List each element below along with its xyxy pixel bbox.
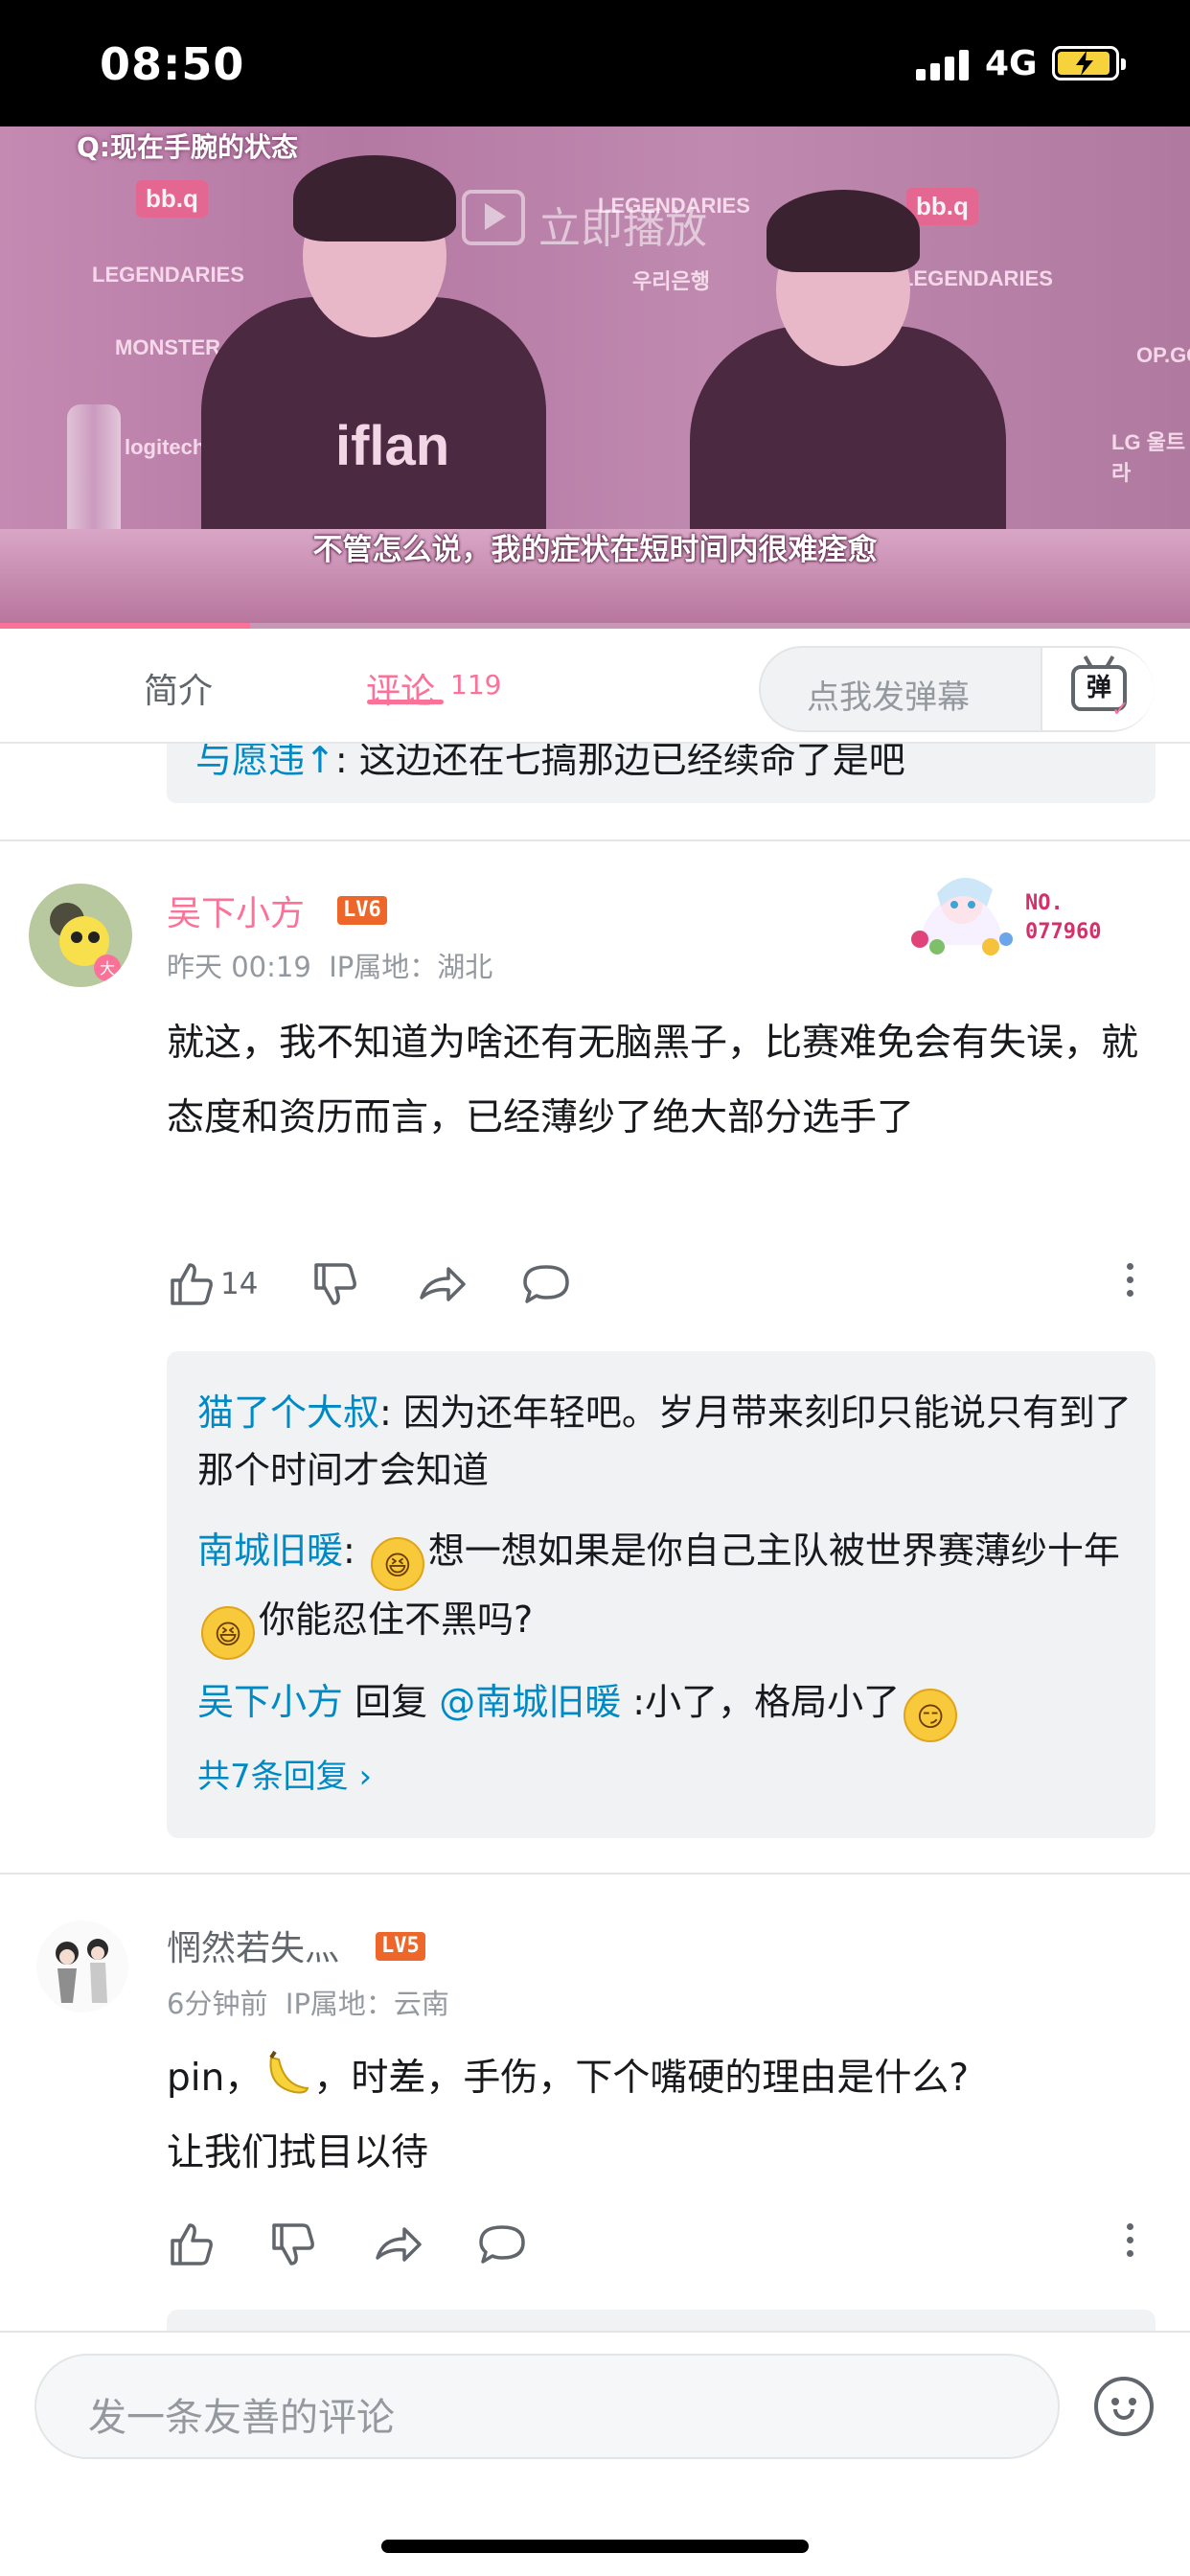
signal-icon [916, 50, 970, 80]
sponsor-logo: LG 울트라 [1111, 430, 1186, 485]
bottom-comment-bar: 发一条友善的评论 [0, 2331, 1190, 2576]
home-indicator[interactable] [381, 2540, 809, 2553]
reply-username[interactable]: 猫了个大叔 [197, 1392, 379, 1434]
reply-bubble-icon[interactable] [521, 1259, 571, 1309]
comment-time: 6分钟前 [167, 1988, 268, 2020]
comment-time: 昨天 00:19 [167, 951, 311, 983]
network-type: 4G [985, 44, 1038, 83]
comment-username[interactable]: 惘然若失灬 [167, 1920, 339, 1970]
svg-text:大: 大 [100, 959, 115, 978]
reply-username[interactable]: 南城旧暖 [197, 1530, 343, 1572]
battery-charging-icon [1052, 46, 1126, 80]
reply-box-partial[interactable]: 与愿违↑: 这边还在七搞那边已经续命了是吧 [167, 744, 1156, 803]
more-options-icon[interactable] [1127, 2223, 1136, 2264]
sponsor-logo: LEGENDARIES [901, 266, 1053, 290]
laughing-emoji-icon: 😆 [370, 1537, 424, 1591]
more-replies-link[interactable]: 共7条回复 › [197, 1750, 372, 1797]
thumbs-down-icon[interactable] [268, 2220, 318, 2269]
reply-box-partial[interactable] [167, 2310, 1156, 2331]
reply-mention[interactable]: @南城旧暖 [439, 1681, 621, 1723]
comment-meta: 昨天 00:19 IP属地：湖北 [167, 945, 492, 985]
tab-active-indicator [367, 700, 444, 704]
sponsor-logo: bb.q [136, 180, 208, 218]
comment-meta: 6分钟前 IP属地：云南 [167, 1982, 449, 2022]
reply-text: :小了，格局小了 [621, 1681, 901, 1723]
reply-box[interactable]: 猫了个大叔: 因为还年轻吧。岁月带来刻印只能说只有到了那个时间才会知道 南城旧暖… [167, 1351, 1156, 1838]
comment-actions [167, 2220, 1163, 2273]
reply-line: 猫了个大叔: 因为还年轻吧。岁月带来刻印只能说只有到了那个时间才会知道 [197, 1384, 1136, 1499]
jersey-logo: iflan [335, 415, 450, 477]
comment-text: 就这，我不知道为啥还有无脑黑子，比赛难免会有失误，就态度和资历而言，已经薄纱了绝… [167, 1022, 1139, 1139]
laughing-emoji-icon: 😆 [201, 1606, 255, 1660]
reply-text: : 这边还在七搞那边已经续命了是吧 [334, 744, 905, 781]
banana-icon [262, 2048, 313, 2100]
share-icon[interactable] [418, 1259, 468, 1309]
sponsor-logo: 우리은행 [632, 269, 710, 293]
more-options-icon[interactable] [1127, 1263, 1136, 1303]
comments-count: 119 [450, 669, 502, 701]
emoji-icon[interactable] [1094, 2377, 1154, 2436]
fan-number: NO. 077960 [1025, 891, 1102, 944]
divider [0, 1873, 1190, 1874]
player-right-hair [767, 190, 920, 272]
like-count: 14 [220, 1267, 259, 1301]
smirk-emoji-icon: 😏 [904, 1689, 958, 1742]
player-left-hair [293, 155, 456, 242]
check-icon: ✓ [1111, 698, 1130, 722]
video-player[interactable]: bb.q LEGENDARIES MONSTER logitech LEGEND… [0, 126, 1190, 629]
sponsor-logo: LEGENDARIES [92, 263, 244, 287]
play-now-text: 立即播放 [538, 204, 707, 253]
danmaku-input[interactable]: 点我发弹幕 弹 ✓ [759, 646, 1154, 732]
play-now-label[interactable]: 立即播放 [538, 194, 707, 255]
tab-intro[interactable]: 简介 [144, 663, 213, 713]
reply-text: 想一想如果是你自己主队被世界赛薄纱十年 [427, 1530, 1120, 1572]
reply-line: 吴下小方 回复 @南城旧暖 :小了，格局小了 😏 [197, 1673, 1136, 1742]
share-icon[interactable] [374, 2220, 423, 2269]
comment-ip: IP属地：湖北 [329, 951, 493, 983]
video-question-caption: Q:现在手腕的状态 [77, 131, 299, 163]
tab-bar: 简介 评论 119 点我发弹幕 弹 ✓ [0, 629, 1190, 744]
danmaku-placeholder: 点我发弹幕 [807, 678, 970, 717]
sponsor-logo: MONSTER [115, 335, 220, 359]
sponsor-logo: logitech [125, 435, 206, 459]
comment-text: pin， ，时差，手伤，下个嘴硬的理由是什么? 让我们拭目以待 [167, 2041, 1190, 2191]
reply-username[interactable]: 与愿违↑ [195, 744, 335, 781]
comment-input-placeholder: 发一条友善的评论 [88, 2396, 395, 2440]
comment-input[interactable]: 发一条友善的评论 [34, 2354, 1060, 2459]
play-icon[interactable] [462, 190, 525, 245]
comment-ip: IP属地：云南 [285, 1988, 449, 2020]
reply-username[interactable]: 吴下小方 [197, 1681, 343, 1723]
reply-line: 南城旧暖: 😆 想一想如果是你自己主队被世界赛薄纱十年😆 你能忍住不黑吗? [197, 1522, 1136, 1660]
thumbs-up-icon[interactable] [167, 2220, 217, 2269]
avatar[interactable] [36, 1920, 128, 2012]
tab-comments[interactable]: 评论 [366, 663, 435, 713]
comment-actions: 14 [167, 1259, 1163, 1313]
thumbs-up-icon[interactable] [167, 1259, 217, 1309]
video-subtitle: 不管怎么说，我的症状在短时间内很难痊愈 [312, 533, 878, 567]
reply-text: 你能忍住不黑吗? [259, 1598, 534, 1641]
reply-line: 与愿违↑: 这边还在七搞那边已经续命了是吧 [195, 744, 905, 783]
status-time: 08:50 [100, 38, 245, 90]
level-badge: LV5 [376, 1932, 425, 1961]
sponsor-logo: OP.GG [1136, 343, 1190, 367]
danmaku-toggle-button[interactable]: 弹 ✓ [1041, 648, 1154, 730]
thumbs-down-icon[interactable] [310, 1259, 360, 1309]
reply-bubble-icon[interactable] [477, 2220, 527, 2269]
avatar[interactable]: 大 [29, 884, 132, 987]
divider [0, 840, 1190, 841]
level-badge: LV6 [337, 896, 387, 925]
chevron-right-icon: › [358, 1758, 373, 1796]
status-bar: 08:50 4G [0, 0, 1190, 126]
fan-badge[interactable]: NO. 077960 [899, 864, 1129, 960]
comment-username[interactable]: 吴下小方 [167, 886, 305, 935]
